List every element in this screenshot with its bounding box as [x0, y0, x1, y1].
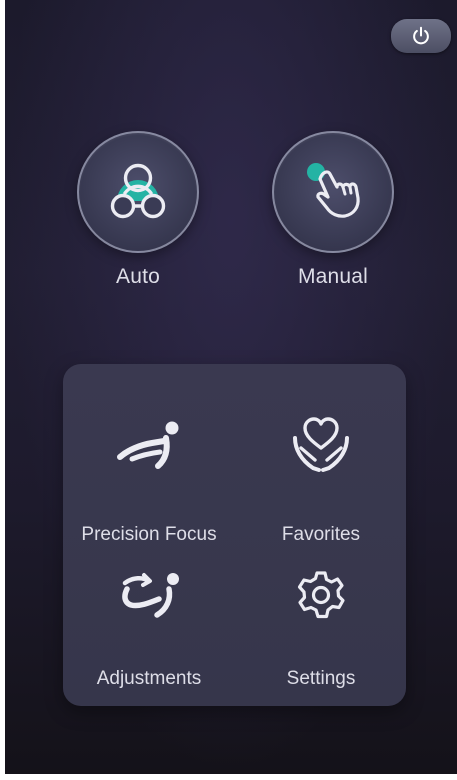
favorites-button[interactable]: Favorites [235, 410, 407, 560]
settings-button[interactable]: Settings [235, 560, 407, 710]
function-panel: Precision Focus Favorites Adjustments Se… [63, 364, 406, 706]
chair-adjust-icon [122, 573, 179, 618]
power-button[interactable] [391, 19, 451, 53]
manual-hand-icon [307, 163, 360, 218]
adjustments-button[interactable]: Adjustments [63, 560, 235, 710]
auto-mode-icon [110, 163, 166, 219]
precision-focus-label: Precision Focus [81, 524, 217, 545]
precision-focus-button[interactable]: Precision Focus [63, 410, 235, 560]
auto-mode-label: Auto [116, 265, 160, 288]
heart-hands-icon [293, 417, 349, 472]
power-icon [413, 26, 429, 45]
reclined-chair-person-icon [117, 421, 179, 469]
auto-mode-circle [77, 131, 199, 253]
favorites-label: Favorites [281, 524, 361, 545]
auto-mode-button[interactable]: Auto [76, 131, 200, 289]
screen: Auto Manual Precision Focus Favorites Ad… [5, 0, 457, 774]
manual-mode-circle [272, 131, 394, 253]
manual-mode-label: Manual [297, 265, 369, 288]
gear-icon [297, 571, 345, 619]
settings-label: Settings [286, 668, 356, 689]
adjustments-label: Adjustments [96, 668, 202, 689]
manual-mode-button[interactable]: Manual [271, 131, 395, 289]
